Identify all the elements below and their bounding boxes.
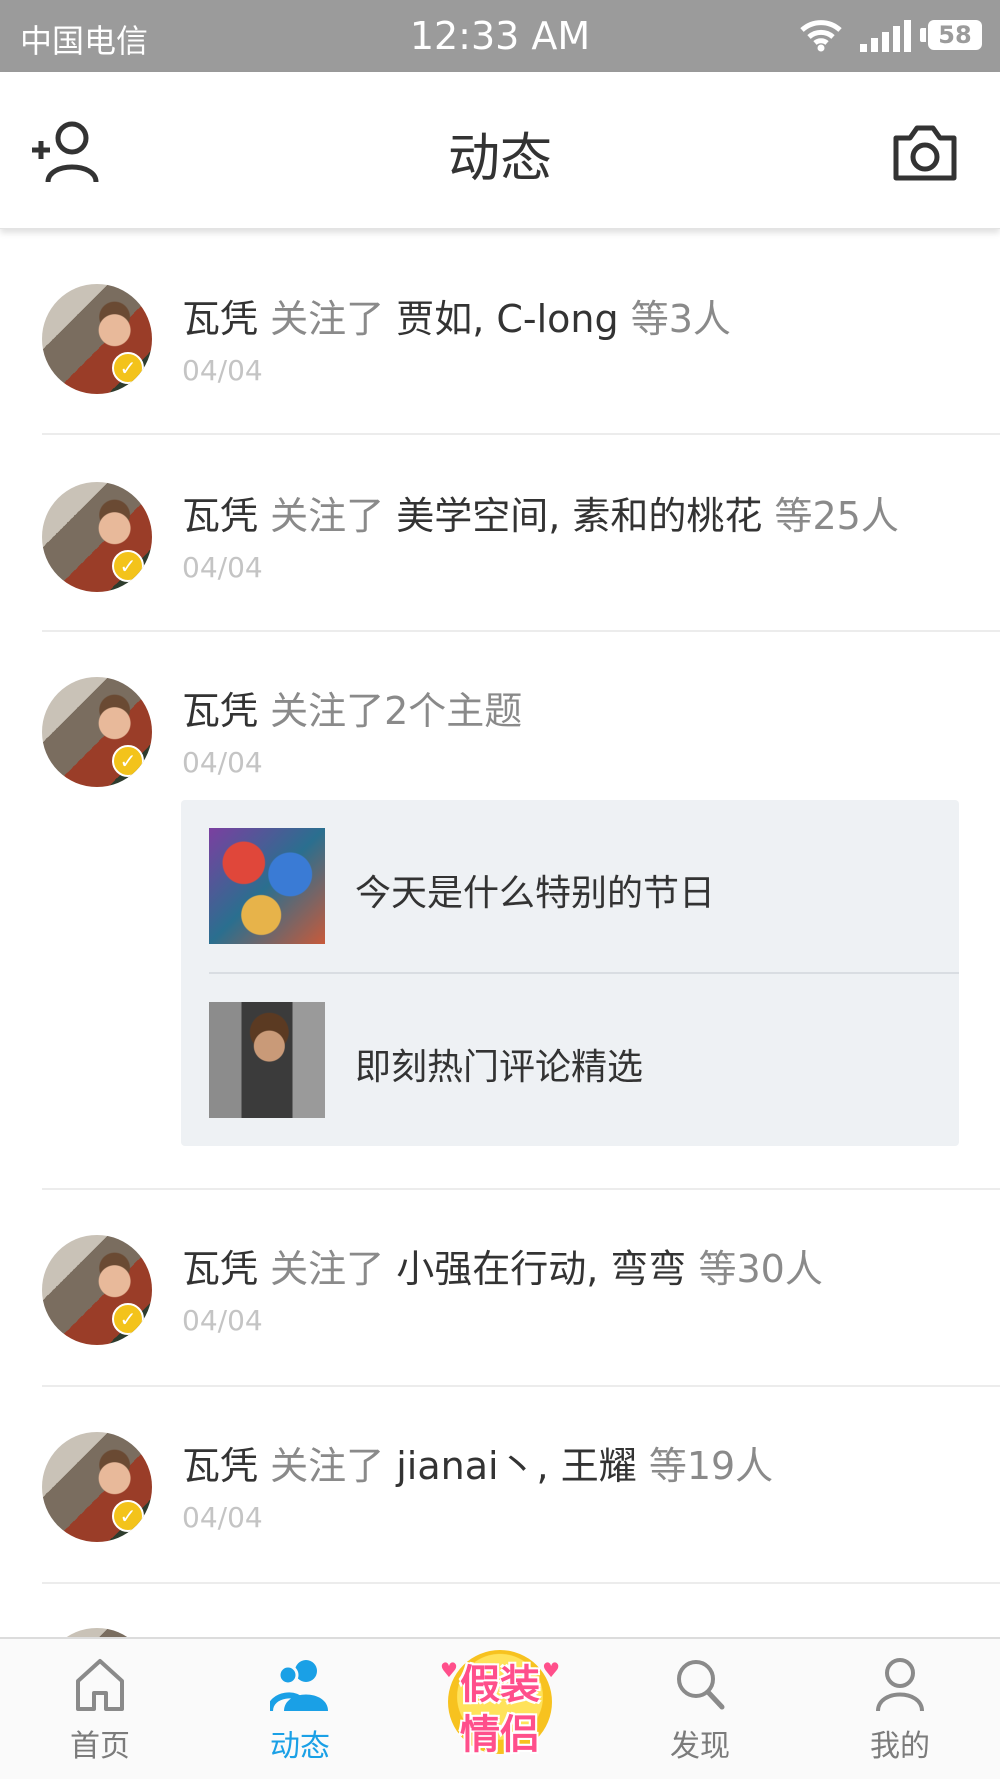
topic-thumbnail xyxy=(209,828,325,944)
feed-item-text: 瓦凭 关注了 小强在行动, 弯弯 等30人 xyxy=(182,1238,823,1293)
user-name[interactable]: 瓦凭 xyxy=(182,494,258,538)
target-names[interactable]: 美学空间, 素和的桃花 xyxy=(396,494,762,538)
feed-item[interactable]: ✓ 瓦凭 关注了 贾如, C-long 等3人 04/04 xyxy=(0,232,1000,435)
tab-me[interactable]: 我的 xyxy=(800,1639,1000,1779)
action-text: 关注了 xyxy=(270,494,385,538)
action-text: 关注了2个主题 xyxy=(270,689,523,733)
avatar[interactable]: ✓ xyxy=(42,482,152,592)
tab-label: 动态 xyxy=(270,1729,330,1764)
tab-label: 发现 xyxy=(670,1729,730,1764)
top-nav-bar: 动态 xyxy=(0,72,1000,229)
verified-badge-icon: ✓ xyxy=(112,745,144,777)
user-name[interactable]: 瓦凭 xyxy=(182,1444,258,1488)
avatar[interactable]: ✓ xyxy=(42,1432,152,1542)
verified-badge-icon: ✓ xyxy=(112,1500,144,1532)
tab-label: 我的 xyxy=(870,1729,930,1764)
target-count: 等3人 xyxy=(630,297,731,341)
feed-date: 04/04 xyxy=(182,551,263,584)
action-text: 关注了 xyxy=(270,1247,385,1291)
home-icon xyxy=(76,1659,124,1711)
feed-item-text: 瓦凭 关注了2个主题 xyxy=(182,680,522,735)
target-count: 等19人 xyxy=(648,1444,774,1488)
verified-badge-icon: ✓ xyxy=(112,550,144,582)
feed-item[interactable]: ✓ 瓦凭 关注了2个主题 04/04 今天是什么特别的节日 即刻热门评论精选 xyxy=(0,632,1000,1190)
feed-date: 04/04 xyxy=(182,354,263,387)
feed-date: 04/04 xyxy=(182,1501,263,1534)
user-name[interactable]: 瓦凭 xyxy=(182,689,258,733)
user-name[interactable]: 瓦凭 xyxy=(182,1247,258,1291)
search-icon xyxy=(677,1660,725,1710)
people-icon xyxy=(270,1660,328,1712)
status-bar: 中国电信 12:33 AM 58 xyxy=(0,0,1000,72)
topic-title: 今天是什么特别的节日 xyxy=(355,873,716,914)
topic-thumbnail xyxy=(209,1002,325,1118)
avatar[interactable]: ✓ xyxy=(42,1235,152,1345)
feed-item-text: 瓦凭 关注了 美学空间, 素和的桃花 等25人 xyxy=(182,485,899,540)
camera-icon[interactable] xyxy=(890,122,960,184)
topic-item[interactable]: 今天是什么特别的节日 xyxy=(209,828,959,944)
feed-item-text: 瓦凭 关注了 jianai丶, 王耀 等19人 xyxy=(182,1435,773,1490)
wifi-icon xyxy=(800,20,842,52)
feed-date: 04/04 xyxy=(182,746,263,779)
feed-item[interactable]: ✓ 瓦凭 关注了 jianai丶, 王耀 等19人 04/04 xyxy=(0,1387,1000,1584)
user-name[interactable]: 瓦凭 xyxy=(182,297,258,341)
feed-item-text: 瓦凭 关注了 贾如, C-long 等3人 xyxy=(182,288,731,343)
action-text: 关注了 xyxy=(270,1444,385,1488)
page-title: 动态 xyxy=(447,129,552,189)
tab-label: 首页 xyxy=(70,1729,130,1764)
feed-item[interactable]: ✓ 瓦凭 关注了 美学空间, 素和的桃花 等25人 04/04 xyxy=(0,435,1000,632)
tab-home[interactable]: 首页 xyxy=(0,1639,200,1779)
feed-item[interactable]: ✓ 瓦凭 关注了 小强在行动, 弯弯 等30人 04/04 xyxy=(0,1190,1000,1387)
fake-couple-promo-button[interactable]: ♥ ♥ 假装 情侣 xyxy=(440,1644,560,1760)
tab-activity[interactable]: 动态 xyxy=(200,1639,400,1779)
battery-level: 58 xyxy=(938,21,972,49)
clock: 12:33 AM xyxy=(409,14,591,58)
signal-icon xyxy=(860,20,911,52)
target-count: 等25人 xyxy=(774,494,899,538)
feed-item[interactable] xyxy=(0,1584,1000,1644)
target-names[interactable]: 小强在行动, 弯弯 xyxy=(396,1247,686,1291)
topic-list: 今天是什么特别的节日 即刻热门评论精选 xyxy=(181,800,959,1146)
tab-discover[interactable]: 发现 xyxy=(600,1639,800,1779)
topic-item[interactable]: 即刻热门评论精选 xyxy=(209,1002,959,1118)
topic-title: 即刻热门评论精选 xyxy=(355,1047,644,1088)
verified-badge-icon: ✓ xyxy=(112,352,144,384)
action-text: 关注了 xyxy=(270,297,385,341)
avatar[interactable]: ✓ xyxy=(42,677,152,787)
profile-icon xyxy=(876,1658,924,1712)
target-count: 等30人 xyxy=(698,1247,823,1291)
avatar[interactable]: ✓ xyxy=(42,284,152,394)
battery-icon: 58 xyxy=(920,20,982,50)
target-names[interactable]: 贾如, C-long xyxy=(396,297,618,341)
divider xyxy=(209,972,959,974)
promo-text: 情侣 xyxy=(460,1712,540,1758)
target-names[interactable]: jianai丶, 王耀 xyxy=(396,1444,637,1488)
verified-badge-icon: ✓ xyxy=(112,1303,144,1335)
feed-date: 04/04 xyxy=(182,1304,263,1337)
